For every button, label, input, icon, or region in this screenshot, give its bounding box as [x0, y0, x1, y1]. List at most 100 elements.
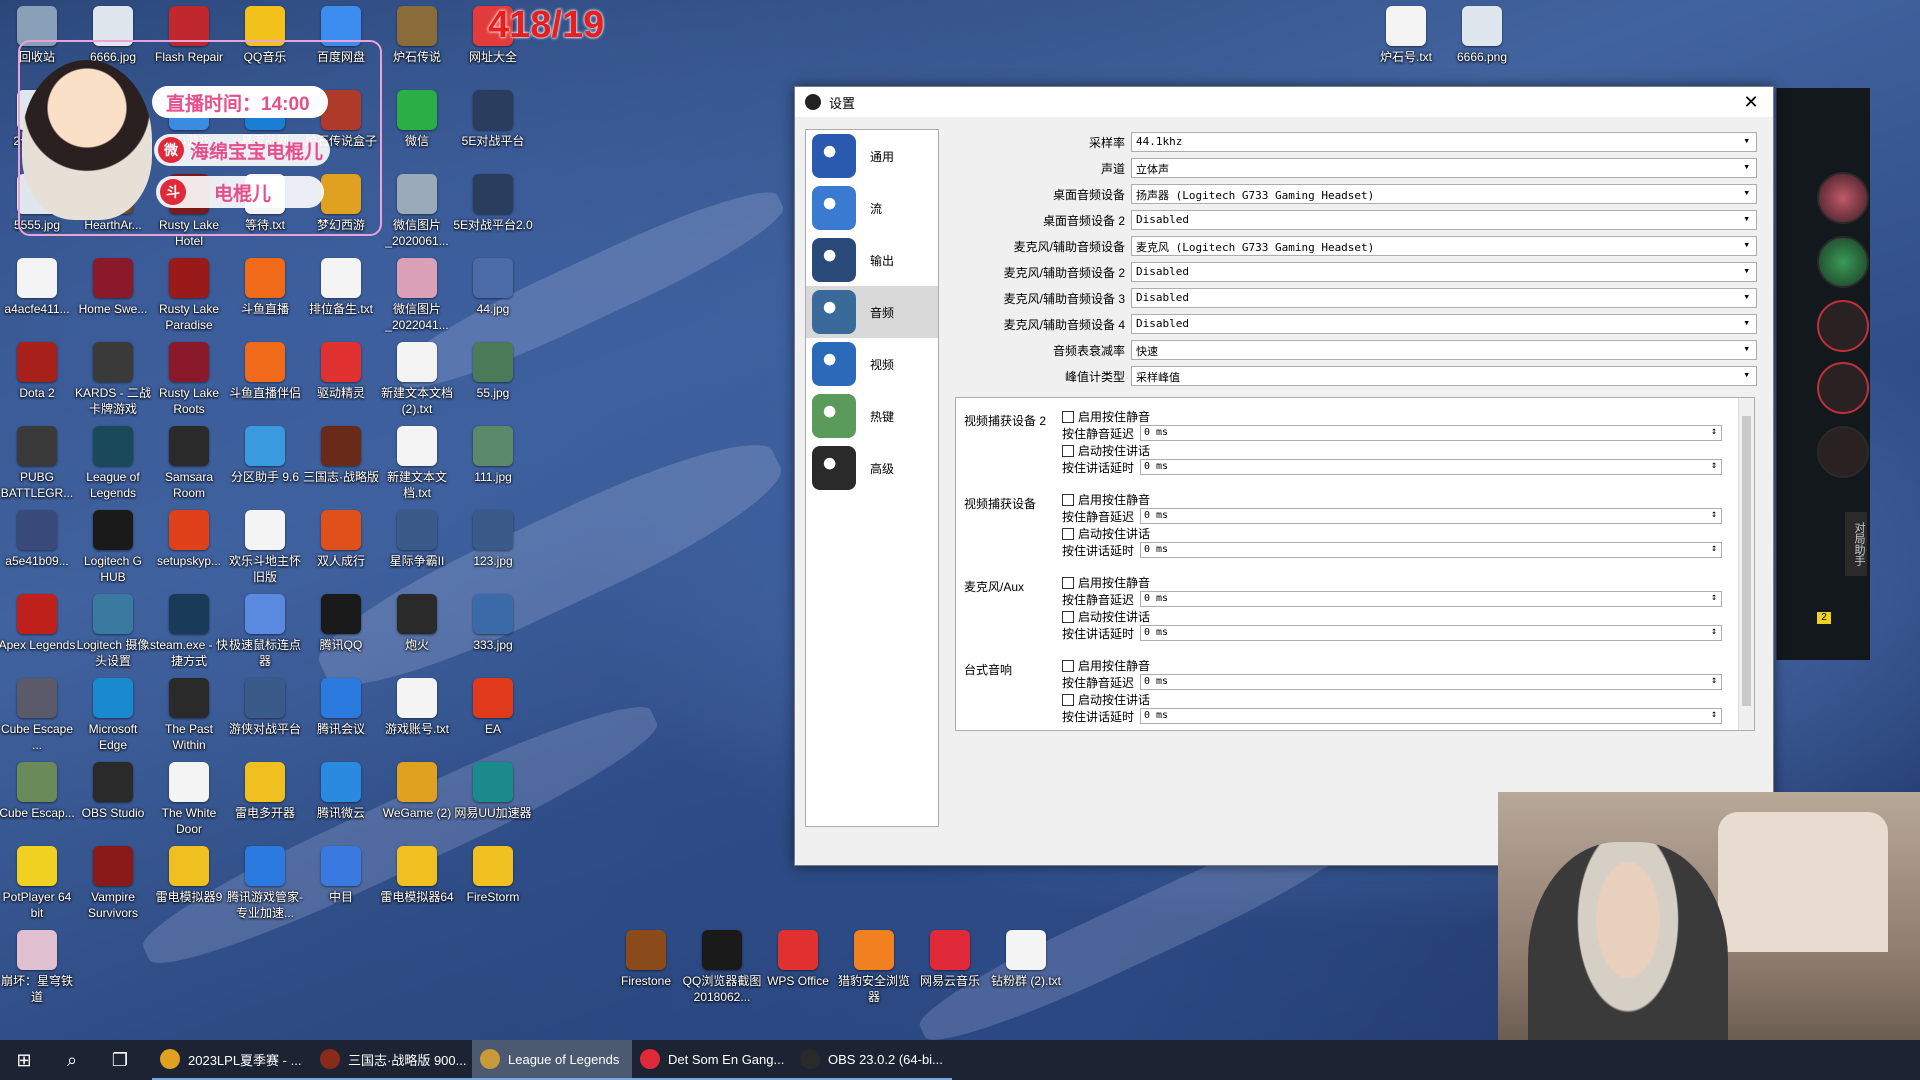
- delay-spinbox[interactable]: 0 ms: [1140, 674, 1722, 690]
- desktop-icon[interactable]: 新建文本文档.txt: [377, 426, 457, 501]
- desktop-icon[interactable]: FireStorm: [453, 846, 533, 905]
- desktop-icon[interactable]: Logitech G HUB: [73, 510, 153, 585]
- desktop-icon[interactable]: 腾讯微云: [301, 762, 381, 821]
- push-to-mute-checkbox[interactable]: 启用按住静音: [1062, 408, 1150, 425]
- push-to-talk-checkbox[interactable]: 启动按住讲话: [1062, 442, 1150, 459]
- champion-portrait[interactable]: [1817, 236, 1869, 288]
- desktop-icon[interactable]: steam.exe - 快捷方式: [149, 594, 229, 669]
- push-to-mute-checkbox[interactable]: 启用按住静音: [1062, 657, 1150, 674]
- desktop-icon[interactable]: 网易UU加速器: [453, 762, 533, 821]
- champion-portrait[interactable]: [1817, 172, 1869, 224]
- desktop-icon[interactable]: KARDS - 二战卡牌游戏: [73, 342, 153, 417]
- sidebar-item[interactable]: 热键: [806, 390, 938, 442]
- delay-spinbox[interactable]: 0 ms: [1140, 508, 1722, 524]
- push-to-mute-checkbox[interactable]: 启用按住静音: [1062, 491, 1150, 508]
- desktop-icon[interactable]: 斗鱼直播伴侣: [225, 342, 305, 401]
- desktop-icon[interactable]: 网易云音乐: [910, 930, 990, 989]
- desktop-icon[interactable]: 炮火: [377, 594, 457, 653]
- desktop-icon[interactable]: 双人成行: [301, 510, 381, 569]
- desktop-icon[interactable]: 游侠对战平台: [225, 678, 305, 737]
- desktop-icon[interactable]: Home Swe...: [73, 258, 153, 317]
- setting-dropdown[interactable]: Disabled: [1131, 262, 1757, 282]
- desktop-icon[interactable]: Cube Escap...: [0, 762, 77, 821]
- setting-dropdown[interactable]: 44.1khz: [1131, 132, 1757, 152]
- checkbox-box[interactable]: [1062, 527, 1074, 540]
- checkbox-box[interactable]: [1062, 610, 1074, 623]
- desktop-icon[interactable]: QQ浏览器截图2018062...: [682, 930, 762, 1005]
- desktop-icon[interactable]: 分区助手 9.6: [225, 426, 305, 485]
- setting-dropdown[interactable]: Disabled: [1131, 288, 1757, 308]
- close-button[interactable]: ✕: [1729, 87, 1773, 117]
- taskbar-app[interactable]: 三国志·战略版 900...: [312, 1040, 472, 1080]
- desktop-icon[interactable]: 5E对战平台2.0: [453, 174, 533, 233]
- desktop-icon[interactable]: 6666.png: [1442, 6, 1522, 65]
- desktop-icon[interactable]: 5E对战平台: [453, 90, 533, 149]
- desktop-icon[interactable]: Rusty Lake Roots: [149, 342, 229, 417]
- settings-titlebar[interactable]: 设置 ✕: [795, 87, 1773, 117]
- push-to-talk-checkbox[interactable]: 启动按住讲话: [1062, 691, 1150, 708]
- desktop-icon[interactable]: EA: [453, 678, 533, 737]
- setting-dropdown[interactable]: 立体声: [1131, 158, 1757, 178]
- desktop-icon[interactable]: 三国志·战略版: [301, 426, 381, 485]
- desktop-icon[interactable]: 雷电模拟器64: [377, 846, 457, 905]
- desktop-icon[interactable]: 雷电模拟器9: [149, 846, 229, 905]
- desktop-icon[interactable]: PUBG BATTLEGR...: [0, 426, 77, 501]
- desktop-icon[interactable]: 44.jpg: [453, 258, 533, 317]
- sidebar-item[interactable]: 高级: [806, 442, 938, 494]
- sidebar-item[interactable]: 输出: [806, 234, 938, 286]
- desktop-icon[interactable]: 腾讯QQ: [301, 594, 381, 653]
- sidebar-item[interactable]: 音频: [806, 286, 938, 338]
- sidebar-item[interactable]: 流: [806, 182, 938, 234]
- desktop-icon[interactable]: 星际争霸II: [377, 510, 457, 569]
- desktop-icon[interactable]: Cube Escape ...: [0, 678, 77, 753]
- champion-portrait[interactable]: [1817, 362, 1869, 414]
- desktop-icon[interactable]: Firestone: [606, 930, 686, 989]
- desktop-icon[interactable]: 钻粉群 (2).txt: [986, 930, 1066, 989]
- sidebar-item[interactable]: 视频: [806, 338, 938, 390]
- desktop-icon[interactable]: 驱动精灵: [301, 342, 381, 401]
- desktop-icon[interactable]: 333.jpg: [453, 594, 533, 653]
- scrollbar-thumb[interactable]: [1742, 416, 1751, 706]
- push-to-talk-checkbox[interactable]: 启动按住讲话: [1062, 608, 1150, 625]
- checkbox-box[interactable]: [1062, 410, 1074, 423]
- desktop-icon[interactable]: 崩坏：星穹铁道: [0, 930, 77, 1005]
- checkbox-box[interactable]: [1062, 659, 1074, 672]
- taskbar-app[interactable]: Det Som En Gang...: [632, 1040, 792, 1080]
- desktop-icon[interactable]: Microsoft Edge: [73, 678, 153, 753]
- desktop-icon[interactable]: Logitech 摄像头设置: [73, 594, 153, 669]
- setting-dropdown[interactable]: 扬声器 (Logitech G733 Gaming Headset): [1131, 184, 1757, 204]
- desktop-icon[interactable]: OBS Studio: [73, 762, 153, 821]
- desktop-icon[interactable]: The White Door: [149, 762, 229, 837]
- desktop-icon[interactable]: 炉石传说: [377, 6, 457, 65]
- taskbar-app[interactable]: 2023LPL夏季赛 - ...: [152, 1040, 312, 1080]
- search-icon[interactable]: ⌕: [48, 1040, 96, 1080]
- desktop-icon[interactable]: 微信: [377, 90, 457, 149]
- push-to-talk-checkbox[interactable]: 启动按住讲话: [1062, 525, 1150, 542]
- setting-dropdown[interactable]: 快速: [1131, 340, 1757, 360]
- desktop-icon[interactable]: a5e41b09...: [0, 510, 77, 569]
- delay-spinbox[interactable]: 0 ms: [1140, 708, 1722, 724]
- desktop-icon[interactable]: 腾讯游戏管家-专业加速...: [225, 846, 305, 921]
- desktop-icon[interactable]: 游戏账号.txt: [377, 678, 457, 737]
- checkbox-box[interactable]: [1062, 693, 1074, 706]
- delay-spinbox[interactable]: 0 ms: [1140, 542, 1722, 558]
- checkbox-box[interactable]: [1062, 493, 1074, 506]
- desktop-icon[interactable]: PotPlayer 64 bit: [0, 846, 77, 921]
- desktop-icon[interactable]: 斗鱼直播: [225, 258, 305, 317]
- delay-spinbox[interactable]: 0 ms: [1140, 591, 1722, 607]
- desktop-icon[interactable]: 排位备生.txt: [301, 258, 381, 317]
- desktop-icon[interactable]: 雷电多开器: [225, 762, 305, 821]
- taskbar-app[interactable]: League of Legends: [472, 1040, 632, 1080]
- desktop-icon[interactable]: 中目: [301, 846, 381, 905]
- desktop-icon[interactable]: 新建文本文档 (2).txt: [377, 342, 457, 417]
- desktop-icon[interactable]: setupskyp...: [149, 510, 229, 569]
- desktop-icon[interactable]: The Past Within: [149, 678, 229, 753]
- desktop-icon[interactable]: Apex Legends: [0, 594, 77, 653]
- desktop-icon[interactable]: WeGame (2): [377, 762, 457, 821]
- desktop-icon[interactable]: 111.jpg: [453, 426, 533, 485]
- taskbar-app[interactable]: OBS 23.0.2 (64-bi...: [792, 1040, 952, 1080]
- setting-dropdown[interactable]: Disabled: [1131, 210, 1757, 230]
- champion-portrait[interactable]: [1817, 426, 1869, 478]
- desktop-icon[interactable]: 123.jpg: [453, 510, 533, 569]
- desktop-icon[interactable]: Samsara Room: [149, 426, 229, 501]
